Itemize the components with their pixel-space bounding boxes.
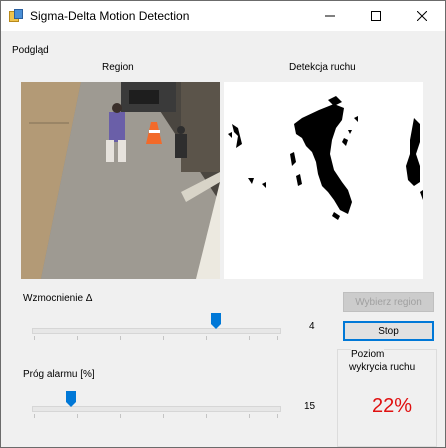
- threshold-value: 15: [304, 401, 316, 412]
- tick-mark: [34, 414, 35, 418]
- stop-button[interactable]: Stop: [343, 321, 434, 341]
- gain-slider-track[interactable]: [32, 328, 281, 334]
- detection-level-value: 22%: [372, 395, 413, 417]
- motion-detection-label: Detekcja ruchu: [289, 62, 356, 73]
- app-window: Sigma-Delta Motion Detection Podgląd Reg…: [0, 0, 446, 448]
- gain-value: 4: [309, 321, 315, 332]
- close-icon: [417, 11, 427, 21]
- title-bar[interactable]: Sigma-Delta Motion Detection: [1, 1, 445, 31]
- maximize-button[interactable]: [353, 1, 399, 31]
- detection-label-line2: wykrycia ruchu: [349, 362, 416, 373]
- window-title: Sigma-Delta Motion Detection: [30, 9, 190, 23]
- tick-mark: [163, 414, 164, 418]
- tick-mark: [77, 336, 78, 340]
- close-button[interactable]: [399, 1, 445, 31]
- maximize-icon: [371, 11, 381, 21]
- tick-mark: [277, 336, 278, 340]
- gain-label: Wzmocnienie Δ: [23, 293, 93, 304]
- preview-group-label: Podgląd: [12, 45, 49, 56]
- detection-label-line1: Poziom: [351, 349, 385, 360]
- region-label: Region: [102, 62, 134, 73]
- motion-detection-view: [224, 82, 423, 279]
- threshold-label: Próg alarmu [%]: [23, 369, 95, 380]
- gain-slider-thumb[interactable]: [211, 313, 221, 329]
- tick-mark: [34, 336, 35, 340]
- app-icon: [9, 9, 23, 22]
- minimize-button[interactable]: [307, 1, 353, 31]
- tick-mark: [206, 336, 207, 340]
- tick-mark: [120, 336, 121, 340]
- tick-mark: [120, 414, 121, 418]
- threshold-slider-thumb[interactable]: [66, 391, 76, 407]
- client-area: Podgląd Region Detekcja ruchu Wzmocnieni…: [1, 31, 445, 447]
- tick-mark: [249, 414, 250, 418]
- tick-mark: [277, 414, 278, 418]
- minimize-icon: [325, 15, 335, 17]
- select-region-button[interactable]: Wybierz region: [343, 292, 434, 312]
- tick-mark: [163, 336, 164, 340]
- region-video-preview[interactable]: [21, 82, 220, 279]
- tick-mark: [77, 414, 78, 418]
- tick-mark: [249, 336, 250, 340]
- tick-mark: [206, 414, 207, 418]
